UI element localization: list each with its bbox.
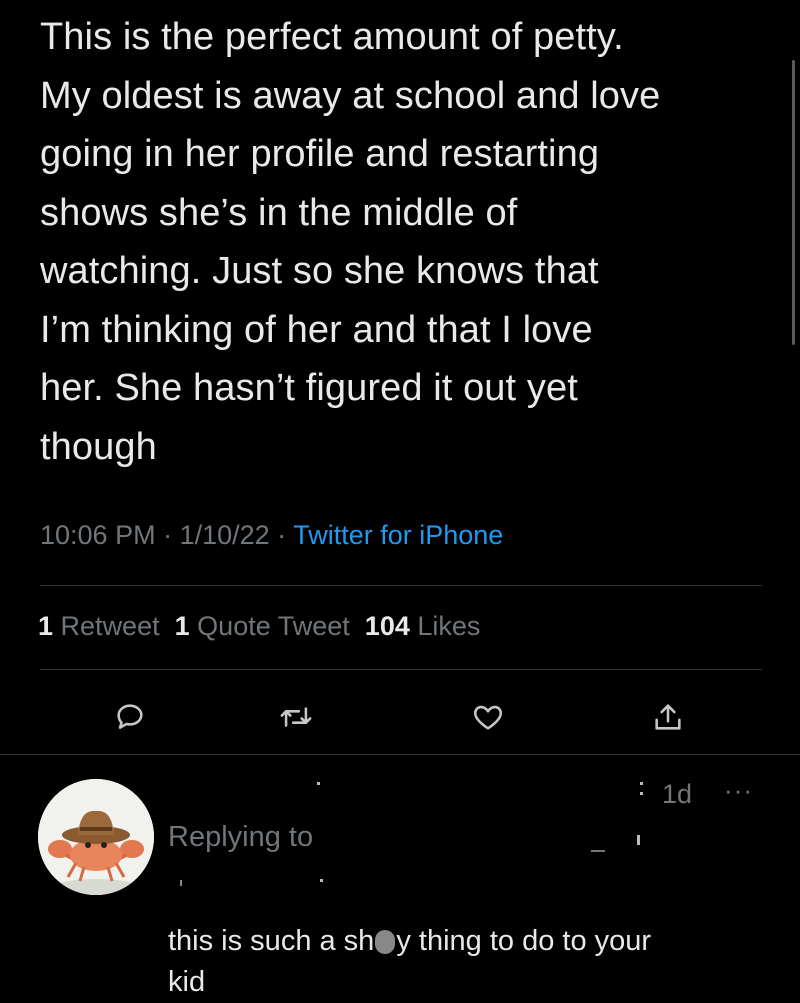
retweet-count: 1 <box>38 611 54 641</box>
avatar[interactable] <box>38 779 154 895</box>
tweet-text: This is the perfect amount of petty. My … <box>40 8 780 476</box>
tweet-source-link[interactable]: Twitter for iPhone <box>293 520 503 550</box>
share-button[interactable] <box>644 693 692 741</box>
reply-text-line: kid <box>168 966 206 998</box>
more-options-icon[interactable]: ··· <box>724 775 753 806</box>
censor-blur <box>375 930 396 954</box>
divider <box>40 585 762 586</box>
retweet-label: Retweet <box>60 611 160 641</box>
tweet-time[interactable]: 10:06 PM <box>40 520 156 550</box>
reply-text-line: this is such a sh y thing to do to your <box>168 921 768 962</box>
tweet-metadata: 10:06 PM · 1/10/22 · Twitter for iPhone <box>40 520 503 551</box>
redaction-mark <box>640 782 643 785</box>
reply-text-part: y thing to do to your <box>396 925 652 957</box>
redaction-mark <box>180 880 182 886</box>
likes-stat[interactable]: 104 Likes <box>365 611 481 641</box>
reply-button[interactable] <box>106 693 154 741</box>
reply-text-part: this is such a sh <box>168 925 375 957</box>
reply-text: this is such a sh y thing to do to your k… <box>168 921 768 1003</box>
redaction-mark <box>320 879 323 882</box>
like-count: 104 <box>364 611 410 641</box>
redaction-mark <box>591 850 605 852</box>
meta-separator: · <box>269 520 294 550</box>
share-icon <box>655 704 681 730</box>
replying-to-label: Replying to <box>168 821 314 853</box>
retweet-icon <box>280 707 312 727</box>
redaction-mark <box>637 835 640 845</box>
crab-cowboy-avatar-image <box>38 779 154 895</box>
tweet-text-line: shows she’s in the middle of <box>40 191 518 234</box>
redaction-mark <box>317 782 320 785</box>
redaction-mark <box>640 792 643 795</box>
reply-icon <box>117 704 143 729</box>
tweet-text-line: though <box>40 425 157 468</box>
tweet-text-line: watching. Just so she knows that <box>40 250 599 292</box>
tweet-stats: 1 Retweet 1 Quote Tweet 104 Likes <box>38 611 480 642</box>
quote-stat[interactable]: 1 Quote Tweet <box>175 611 350 641</box>
scrollbar[interactable] <box>792 60 795 345</box>
tweet-text-line: going in her profile and restarting <box>40 133 600 175</box>
reply-tweet[interactable]: 1d ··· Replying to this is such a sh y th… <box>0 755 800 1000</box>
tweet-text-line: I’m thinking of her and that I love <box>40 308 593 351</box>
tweet-text-line: My oldest is away at school and love <box>40 74 661 117</box>
like-icon <box>473 705 503 730</box>
tweet-text-line: her. She hasn’t figured it out yet <box>40 367 578 409</box>
tweet-text-line: This is the perfect amount of petty. <box>40 16 624 58</box>
retweet-button[interactable] <box>272 693 320 741</box>
quote-label: Quote Tweet <box>197 611 350 641</box>
retweet-stat[interactable]: 1 Retweet <box>38 611 160 641</box>
likes-label: Likes <box>417 611 481 641</box>
meta-separator: · <box>155 520 180 550</box>
like-button[interactable] <box>464 693 512 741</box>
tweet-date[interactable]: 1/10/22 <box>180 520 270 550</box>
reply-timestamp[interactable]: 1d <box>662 779 692 810</box>
divider <box>40 669 762 670</box>
quote-count: 1 <box>174 611 190 641</box>
